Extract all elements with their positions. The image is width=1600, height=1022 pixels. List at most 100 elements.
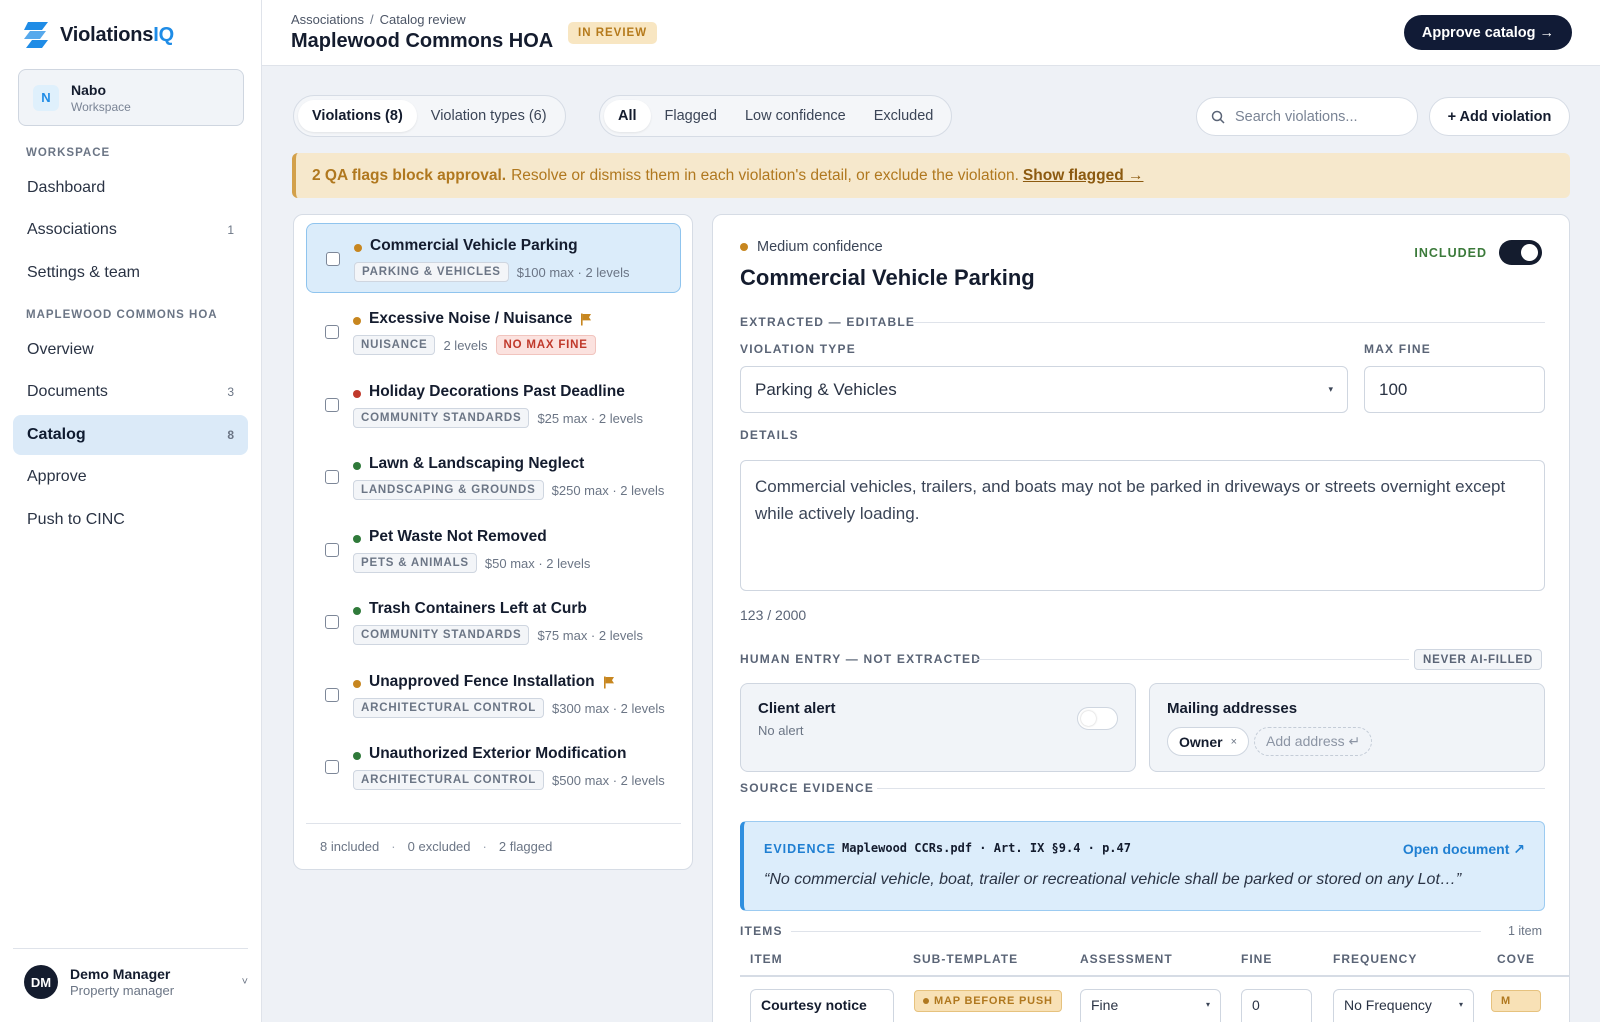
row-checkbox[interactable] <box>325 543 339 557</box>
nav-item-catalog[interactable]: Catalog 8 <box>13 415 248 455</box>
row-checkbox[interactable] <box>325 688 339 702</box>
coverage-badge: M <box>1491 990 1541 1012</box>
evidence-label: EVIDENCE <box>764 842 836 856</box>
violation-meta: ARCHITECTURAL CONTROL $300 max · 2 levels <box>353 698 665 718</box>
flag-icon <box>603 676 614 688</box>
confidence-dot <box>353 680 361 688</box>
violation-title: Trash Containers Left at Curb <box>369 600 587 617</box>
row-checkbox[interactable] <box>325 325 339 339</box>
violation-title: Pet Waste Not Removed <box>369 528 547 545</box>
row-checkbox[interactable] <box>325 470 339 484</box>
nav-item-documents[interactable]: Documents 3 <box>13 372 248 412</box>
max-fine-input[interactable]: 100 <box>1364 366 1545 413</box>
nav-item-label: Push to CINC <box>27 511 125 528</box>
app-logo[interactable]: ViolationsIQ <box>22 18 174 52</box>
col-fine: FINE <box>1241 952 1273 966</box>
row-checkbox[interactable] <box>325 615 339 629</box>
violation-list-item[interactable]: Unapproved Fence Installation ARCHITECTUR… <box>306 660 681 730</box>
tab-violations[interactable]: Violations (8) <box>298 100 417 132</box>
violation-meta: PARKING & VEHICLES $100 max · 2 levels <box>354 262 630 282</box>
category-tag: PETS & ANIMALS <box>353 553 477 573</box>
col-assessment: ASSESSMENT <box>1080 952 1173 966</box>
category-tag: NUISANCE <box>353 335 436 355</box>
close-icon[interactable]: × <box>1231 736 1237 748</box>
violation-meta: COMMUNITY STANDARDS $25 max · 2 levels <box>353 408 643 428</box>
nav-item-count: 1 <box>227 223 234 237</box>
nav-item-label: Dashboard <box>27 179 106 196</box>
max-fine-label: MAX FINE <box>1364 342 1431 356</box>
user-name: Demo Manager <box>70 966 171 982</box>
nav-item-push-to-cinc[interactable]: Push to CINC <box>13 500 248 540</box>
nav-item-count: 3 <box>227 385 234 399</box>
tab-violation-types[interactable]: Violation types (6) <box>417 100 561 132</box>
confidence-dot <box>353 390 361 398</box>
row-checkbox[interactable] <box>325 398 339 412</box>
breadcrumb-associations[interactable]: Associations <box>291 12 364 27</box>
nav-item-associations[interactable]: Associations 1 <box>13 210 248 250</box>
nav-item-approve[interactable]: Approve <box>13 457 248 497</box>
section-human-entry: HUMAN ENTRY — NOT EXTRACTED <box>740 652 982 666</box>
user-menu[interactable]: DM Demo Manager Property manager ˅ <box>24 965 248 999</box>
sidebar: ViolationsIQ N Nabo Workspace WORKSPACE … <box>0 0 262 1022</box>
fine-input[interactable]: 0 <box>1241 989 1312 1022</box>
open-document-link[interactable]: Open document ↗ <box>1403 841 1525 858</box>
violation-meta: COMMUNITY STANDARDS $75 max · 2 levels <box>353 625 643 645</box>
caret-down-icon: ▾ <box>1205 1000 1210 1009</box>
filter-all[interactable]: All <box>604 100 651 132</box>
nav-item-settings[interactable]: Settings & team <box>13 253 248 293</box>
violation-type-label: VIOLATION TYPE <box>740 342 856 356</box>
owner-chip[interactable]: Owner × <box>1167 727 1250 756</box>
violation-meta: NUISANCE 2 levels NO MAX FINE <box>353 335 596 355</box>
filter-excluded[interactable]: Excluded <box>860 100 948 132</box>
row-checkbox[interactable] <box>326 252 340 266</box>
col-sub-template: SUB-TEMPLATE <box>913 952 1019 966</box>
violation-list-item[interactable]: Excessive Noise / Nuisance NUISANCE 2 leve… <box>306 297 681 367</box>
show-flagged-link[interactable]: Show flagged → <box>1023 167 1144 185</box>
violation-title: Unauthorized Exterior Modification <box>369 745 627 762</box>
client-alert-title: Client alert <box>758 700 836 717</box>
search-box[interactable] <box>1196 97 1418 136</box>
chevron-down-icon[interactable]: ˅ <box>242 976 248 988</box>
category-tag: COMMUNITY STANDARDS <box>353 408 530 428</box>
category-tag: ARCHITECTURAL CONTROL <box>353 770 545 790</box>
included-toggle[interactable] <box>1499 240 1542 265</box>
violation-meta: LANDSCAPING & GROUNDS $250 max · 2 levels <box>353 480 664 500</box>
nav-item-dashboard[interactable]: Dashboard <box>13 168 248 208</box>
item-input[interactable]: Courtesy notice <box>750 989 894 1022</box>
details-textarea[interactable]: Commercial vehicles, trailers, and boats… <box>740 460 1545 591</box>
evidence-quote: “No commercial vehicle, boat, trailer or… <box>764 871 1462 888</box>
nav-item-overview[interactable]: Overview <box>13 330 248 370</box>
violation-list-item[interactable]: Commercial Vehicle Parking PARKING & VEHI… <box>306 223 681 293</box>
add-violation-button[interactable]: + Add violation <box>1429 97 1570 136</box>
row-checkbox[interactable] <box>325 760 339 774</box>
category-tag: ARCHITECTURAL CONTROL <box>353 698 545 718</box>
search-input[interactable] <box>1235 108 1395 125</box>
violation-list-item[interactable]: Trash Containers Left at Curb COMMUNITY S… <box>306 587 681 657</box>
status-badge: IN REVIEW <box>568 22 658 44</box>
frequency-select[interactable]: No Frequency ▾ <box>1333 989 1474 1022</box>
violation-title-row: Pet Waste Not Removed <box>369 528 547 546</box>
violation-list-item[interactable]: Lawn & Landscaping Neglect LANDSCAPING & … <box>306 442 681 512</box>
violation-type-select[interactable]: Parking & Vehicles ▾ <box>740 366 1348 413</box>
approve-catalog-button[interactable]: Approve catalog → <box>1403 15 1572 50</box>
footer-separator: · <box>391 839 396 854</box>
violation-summary: $500 max · 2 levels <box>552 772 665 788</box>
violation-list: Commercial Vehicle Parking PARKING & VEHI… <box>293 214 693 870</box>
logo-mark-icon <box>24 22 48 48</box>
violation-list-item[interactable]: Unauthorized Exterior Modification ARCHIT… <box>306 732 681 802</box>
add-address-input[interactable]: Add address ↵ <box>1254 727 1373 756</box>
filter-low-confidence[interactable]: Low confidence <box>731 100 860 132</box>
confidence-indicator: Medium confidence <box>740 239 883 255</box>
filter-flagged[interactable]: Flagged <box>651 100 731 132</box>
caret-down-icon: ▾ <box>1458 1000 1463 1009</box>
violation-title-row: Unapproved Fence Installation <box>369 673 615 691</box>
never-ai-badge: NEVER AI-FILLED <box>1414 649 1542 670</box>
assessment-select[interactable]: Fine ▾ <box>1080 989 1221 1022</box>
violation-summary: $100 max · 2 levels <box>516 264 630 280</box>
client-alert-toggle[interactable] <box>1077 707 1118 730</box>
breadcrumb: Associations / Catalog review <box>291 12 466 27</box>
violation-list-item[interactable]: Holiday Decorations Past Deadline COMMUNI… <box>306 370 681 440</box>
workspace-avatar: N <box>33 84 59 111</box>
violation-list-item[interactable]: Pet Waste Not Removed PETS & ANIMALS $50 m… <box>306 515 681 585</box>
workspace-switcher[interactable]: N Nabo Workspace <box>18 69 244 126</box>
